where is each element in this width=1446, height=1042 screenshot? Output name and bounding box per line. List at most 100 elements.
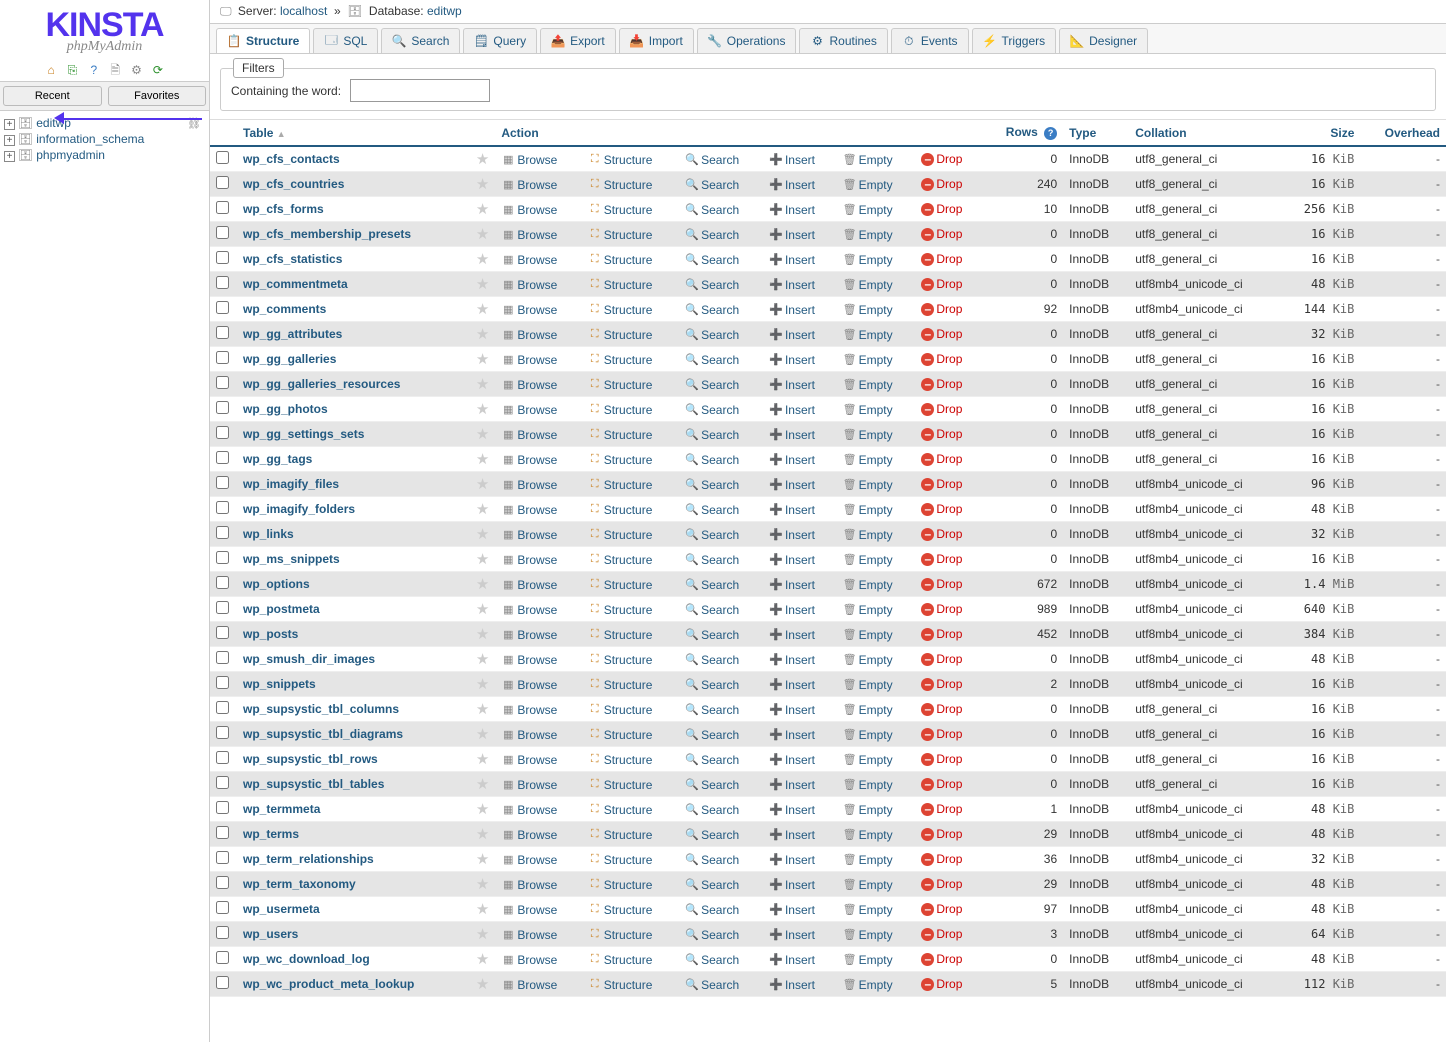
- reload-icon[interactable]: ⟳: [151, 63, 165, 77]
- row-checkbox[interactable]: [216, 401, 229, 414]
- exit-icon[interactable]: ⎘: [65, 63, 79, 77]
- action-empty[interactable]: 🗑Empty: [843, 378, 893, 392]
- action-structure[interactable]: ⛶Structure: [588, 828, 653, 842]
- action-insert[interactable]: ➕Insert: [769, 778, 815, 792]
- action-empty[interactable]: 🗑Empty: [843, 478, 893, 492]
- action-empty[interactable]: 🗑Empty: [843, 653, 893, 667]
- tab-export[interactable]: 📤Export: [540, 28, 616, 53]
- action-browse[interactable]: ▦Browse: [501, 428, 557, 442]
- action-structure[interactable]: ⛶Structure: [588, 228, 653, 242]
- action-browse[interactable]: ▦Browse: [501, 353, 557, 367]
- action-empty[interactable]: 🗑Empty: [843, 828, 893, 842]
- action-insert[interactable]: ➕Insert: [769, 453, 815, 467]
- action-drop[interactable]: –Drop: [921, 152, 962, 166]
- action-structure[interactable]: ⛶Structure: [588, 928, 653, 942]
- table-name-link[interactable]: wp_terms: [243, 827, 299, 841]
- action-empty[interactable]: 🗑Empty: [843, 578, 893, 592]
- action-empty[interactable]: 🗑Empty: [843, 728, 893, 742]
- table-name-link[interactable]: wp_supsystic_tbl_diagrams: [243, 727, 403, 741]
- action-browse[interactable]: ▦Browse: [501, 453, 557, 467]
- action-search[interactable]: 🔍Search: [685, 278, 739, 292]
- action-search[interactable]: 🔍Search: [685, 778, 739, 792]
- row-checkbox[interactable]: [216, 326, 229, 339]
- home-icon[interactable]: ⌂: [44, 63, 58, 77]
- favorite-star-icon[interactable]: ★: [476, 526, 489, 543]
- tab-favorites[interactable]: Favorites: [108, 86, 207, 106]
- action-browse[interactable]: ▦Browse: [501, 778, 557, 792]
- action-drop[interactable]: –Drop: [921, 752, 962, 766]
- action-empty[interactable]: 🗑Empty: [843, 778, 893, 792]
- table-name-link[interactable]: wp_gg_galleries: [243, 352, 336, 366]
- favorite-star-icon[interactable]: ★: [476, 201, 489, 218]
- action-empty[interactable]: 🗑Empty: [843, 803, 893, 817]
- action-browse[interactable]: ▦Browse: [501, 503, 557, 517]
- action-structure[interactable]: ⛶Structure: [588, 803, 653, 817]
- action-drop[interactable]: –Drop: [921, 402, 962, 416]
- action-browse[interactable]: ▦Browse: [501, 928, 557, 942]
- action-drop[interactable]: –Drop: [921, 377, 962, 391]
- action-structure[interactable]: ⛶Structure: [588, 653, 653, 667]
- db-link[interactable]: editwp: [427, 4, 462, 18]
- table-name-link[interactable]: wp_posts: [243, 627, 298, 641]
- favorite-star-icon[interactable]: ★: [476, 776, 489, 793]
- action-insert[interactable]: ➕Insert: [769, 503, 815, 517]
- row-checkbox[interactable]: [216, 551, 229, 564]
- action-structure[interactable]: ⛶Structure: [588, 878, 653, 892]
- row-checkbox[interactable]: [216, 501, 229, 514]
- row-checkbox[interactable]: [216, 526, 229, 539]
- action-drop[interactable]: –Drop: [921, 302, 962, 316]
- action-structure[interactable]: ⛶Structure: [588, 628, 653, 642]
- tab-triggers[interactable]: ⚡Triggers: [972, 28, 1057, 53]
- action-browse[interactable]: ▦Browse: [501, 728, 557, 742]
- tree-expander-icon[interactable]: +: [4, 151, 15, 162]
- table-name-link[interactable]: wp_postmeta: [243, 602, 320, 616]
- action-drop[interactable]: –Drop: [921, 627, 962, 641]
- action-insert[interactable]: ➕Insert: [769, 353, 815, 367]
- action-browse[interactable]: ▦Browse: [501, 803, 557, 817]
- favorite-star-icon[interactable]: ★: [476, 351, 489, 368]
- table-name-link[interactable]: wp_term_relationships: [243, 852, 374, 866]
- action-search[interactable]: 🔍Search: [685, 903, 739, 917]
- table-name-link[interactable]: wp_cfs_forms: [243, 202, 324, 216]
- action-empty[interactable]: 🗑Empty: [843, 878, 893, 892]
- favorite-star-icon[interactable]: ★: [476, 426, 489, 443]
- action-insert[interactable]: ➕Insert: [769, 328, 815, 342]
- favorite-star-icon[interactable]: ★: [476, 501, 489, 518]
- action-empty[interactable]: 🗑Empty: [843, 853, 893, 867]
- action-drop[interactable]: –Drop: [921, 452, 962, 466]
- action-drop[interactable]: –Drop: [921, 877, 962, 891]
- action-drop[interactable]: –Drop: [921, 577, 962, 591]
- row-checkbox[interactable]: [216, 476, 229, 489]
- action-empty[interactable]: 🗑Empty: [843, 403, 893, 417]
- tab-operations[interactable]: 🔧Operations: [697, 28, 797, 53]
- action-browse[interactable]: ▦Browse: [501, 853, 557, 867]
- table-name-link[interactable]: wp_supsystic_tbl_tables: [243, 777, 384, 791]
- action-drop[interactable]: –Drop: [921, 652, 962, 666]
- row-checkbox[interactable]: [216, 626, 229, 639]
- row-checkbox[interactable]: [216, 976, 229, 989]
- row-checkbox[interactable]: [216, 876, 229, 889]
- action-search[interactable]: 🔍Search: [685, 978, 739, 992]
- favorite-star-icon[interactable]: ★: [476, 751, 489, 768]
- action-search[interactable]: 🔍Search: [685, 528, 739, 542]
- action-browse[interactable]: ▦Browse: [501, 253, 557, 267]
- favorite-star-icon[interactable]: ★: [476, 676, 489, 693]
- row-checkbox[interactable]: [216, 151, 229, 164]
- action-browse[interactable]: ▦Browse: [501, 828, 557, 842]
- tree-item-information_schema[interactable]: information_schema: [36, 132, 144, 146]
- action-browse[interactable]: ▦Browse: [501, 328, 557, 342]
- row-checkbox[interactable]: [216, 601, 229, 614]
- favorite-star-icon[interactable]: ★: [476, 276, 489, 293]
- table-name-link[interactable]: wp_gg_settings_sets: [243, 427, 364, 441]
- action-insert[interactable]: ➕Insert: [769, 528, 815, 542]
- action-search[interactable]: 🔍Search: [685, 253, 739, 267]
- action-empty[interactable]: 🗑Empty: [843, 503, 893, 517]
- favorite-star-icon[interactable]: ★: [476, 876, 489, 893]
- favorite-star-icon[interactable]: ★: [476, 151, 489, 168]
- action-drop[interactable]: –Drop: [921, 552, 962, 566]
- tree-item-phpmyadmin[interactable]: phpmyadmin: [36, 148, 105, 162]
- action-search[interactable]: 🔍Search: [685, 428, 739, 442]
- favorite-star-icon[interactable]: ★: [476, 301, 489, 318]
- favorite-star-icon[interactable]: ★: [476, 901, 489, 918]
- col-type[interactable]: Type: [1063, 120, 1129, 147]
